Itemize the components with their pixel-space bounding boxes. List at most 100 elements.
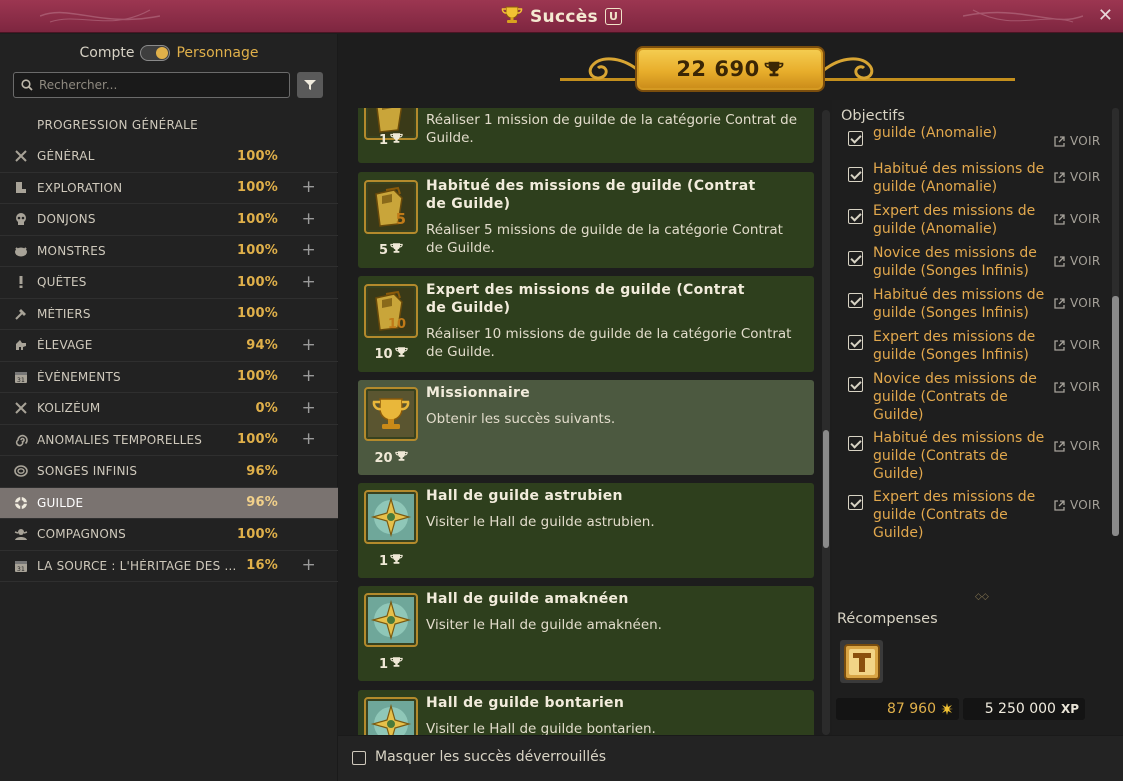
toggle-label-compte[interactable]: Compte: [80, 45, 135, 61]
objective-text: Habitué des missions de guilde (Contrats…: [873, 430, 1045, 482]
title-scroll-icon[interactable]: [840, 640, 883, 683]
category-item[interactable]: 31 LA SOURCE : L'HÉRITAGE DES DO... 16% +: [0, 551, 338, 582]
category-percent: 94%: [246, 337, 278, 353]
kamas-amount: 87 960: [887, 701, 936, 717]
boot-icon: [14, 181, 28, 195]
expand-plus-icon[interactable]: +: [302, 273, 316, 291]
scroll-ornament-icon: [823, 57, 874, 80]
voir-link[interactable]: VOIR: [1054, 380, 1101, 394]
hide-unlocked-label[interactable]: Masquer les succès déverrouillés: [375, 749, 606, 765]
category-item[interactable]: COMPAGNONS 100%: [0, 519, 338, 551]
category-item[interactable]: ÉLEVAGE 94% +: [0, 330, 338, 362]
voir-label: VOIR: [1070, 296, 1101, 310]
objective-item: Habitué des missions de guilde (Contrats…: [844, 429, 1112, 485]
close-button[interactable]: ✕: [1098, 5, 1113, 27]
expand-plus-icon[interactable]: +: [302, 179, 316, 196]
account-character-toggle: Compte Personnage: [0, 45, 338, 61]
achievement-card[interactable]: Missionnaire Obtenir les succès suivants.…: [358, 380, 814, 475]
hide-unlocked-checkbox[interactable]: [352, 751, 366, 765]
guild-mission-icon: 10: [364, 284, 418, 338]
voir-link[interactable]: VOIR: [1054, 170, 1101, 184]
category-item[interactable]: GUILDE 96%: [0, 487, 338, 519]
toggle-label-personnage[interactable]: Personnage: [176, 45, 258, 61]
category-percent: 96%: [246, 495, 278, 511]
category-item[interactable]: MÉTIERS 100%: [0, 299, 338, 330]
expand-plus-icon[interactable]: +: [302, 399, 316, 417]
expand-plus-icon[interactable]: +: [302, 336, 316, 354]
expand-plus-icon[interactable]: +: [302, 368, 316, 385]
scrollbar-thumb[interactable]: [823, 430, 829, 548]
trophy-icon: [390, 553, 403, 569]
voir-link[interactable]: VOIR: [1054, 134, 1101, 148]
toggle-switch[interactable]: [140, 45, 171, 61]
objectives-scrollbar[interactable]: [1112, 108, 1119, 536]
crossed-swords-icon: [14, 149, 28, 163]
category-item[interactable]: 31 ÉVÉNEMENTS 100% +: [0, 362, 338, 393]
achievement-points: 1: [358, 553, 424, 569]
achievement-description: Réaliser 1 mission de guilde de la catég…: [426, 112, 798, 146]
monster-icon: [14, 244, 28, 258]
category-item[interactable]: GÉNÉRAL 100%: [0, 141, 338, 173]
spiral-icon: [14, 433, 28, 447]
achievement-description: Réaliser 5 missions de guilde de la caté…: [426, 222, 783, 256]
achievement-card[interactable]: Hall de guilde amaknéen Visiter le Hall d…: [358, 586, 814, 681]
crossed-swords-icon: [14, 401, 28, 415]
points-value: 1: [378, 656, 389, 672]
category-percent: 16%: [246, 558, 278, 574]
achievement-description: Visiter le Hall de guilde amaknéen.: [426, 617, 662, 633]
objective-checkbox: [848, 335, 863, 350]
voir-link[interactable]: VOIR: [1054, 254, 1101, 268]
expand-plus-icon[interactable]: +: [302, 210, 316, 228]
total-points: 22 690: [676, 57, 760, 81]
objective-text: Habitué des missions de guilde (Anomalie…: [873, 161, 1045, 195]
title-bar: Succès U ✕: [0, 0, 1123, 33]
category-item[interactable]: MONSTRES 100% +: [0, 236, 338, 267]
objective-checkbox: [848, 293, 863, 308]
achievement-title: Missionnaire: [426, 385, 530, 401]
filter-icon: [304, 80, 316, 90]
total-points-display: 22 690: [635, 46, 825, 92]
voir-label: VOIR: [1070, 170, 1101, 184]
scrollbar-thumb[interactable]: [1112, 296, 1119, 536]
resize-handle-icon[interactable]: ◇◇: [975, 592, 989, 602]
search-input[interactable]: [39, 78, 279, 92]
voir-link[interactable]: VOIR: [1054, 498, 1101, 512]
voir-link[interactable]: VOIR: [1054, 212, 1101, 226]
filter-button[interactable]: [297, 72, 323, 98]
achievement-title: Hall de guilde bontarien: [426, 695, 625, 711]
achievement-card[interactable]: Hall de guilde astrubien Visiter le Hall …: [358, 483, 814, 578]
expand-plus-icon[interactable]: +: [302, 242, 316, 259]
expand-plus-icon[interactable]: +: [302, 557, 316, 574]
category-name: DONJONS: [37, 212, 96, 227]
category-item[interactable]: SONGES INFINIS 96%: [0, 456, 338, 488]
achievement-card[interactable]: Réaliser 1 mission de guilde de la catég…: [358, 108, 814, 163]
calendar-icon: 31: [14, 559, 28, 573]
voir-link[interactable]: VOIR: [1054, 338, 1101, 352]
external-link-icon: [1054, 381, 1065, 393]
achievement-points: 5: [358, 242, 424, 258]
category-item[interactable]: QUÊTES 100% +: [0, 267, 338, 299]
category-name: QUÊTES: [37, 275, 87, 290]
achievement-title: Expert des missions de guilde (Contrat d…: [426, 282, 745, 316]
external-link-icon: [1054, 255, 1065, 267]
category-item[interactable]: ANOMALIES TEMPORELLES 100% +: [0, 425, 338, 456]
xp-amount: 5 250 000: [984, 701, 1056, 717]
achievement-card[interactable]: Hall de guilde bontarien Visiter le Hall …: [358, 690, 814, 735]
objective-text: Novice des missions de guilde (Songes In…: [873, 245, 1037, 279]
objective-checkbox: [848, 436, 863, 451]
achievements-window: Succès U ✕ Compte Personnage PROGRESSION…: [0, 0, 1123, 781]
voir-link[interactable]: VOIR: [1054, 439, 1101, 453]
guild-mission-icon: 5: [364, 180, 418, 234]
svg-text:31: 31: [17, 566, 25, 573]
category-item[interactable]: DONJONS 100% +: [0, 204, 338, 236]
category-item[interactable]: EXPLORATION 100% +: [0, 173, 338, 204]
achievement-list-scrollbar[interactable]: [822, 110, 830, 735]
achievement-card[interactable]: 5 Habitué des missions de guilde (Contrat…: [358, 172, 814, 268]
expand-plus-icon[interactable]: +: [302, 431, 316, 448]
objective-item: Novice des missions de guilde (Contrats …: [844, 370, 1112, 426]
voir-link[interactable]: VOIR: [1054, 296, 1101, 310]
achievement-card[interactable]: 10 Expert des missions de guilde (Contrat…: [358, 276, 814, 372]
trophy-icon: [390, 242, 403, 258]
category-item[interactable]: KOLIZÉUM 0% +: [0, 393, 338, 425]
achievement-points: 20: [358, 450, 424, 466]
